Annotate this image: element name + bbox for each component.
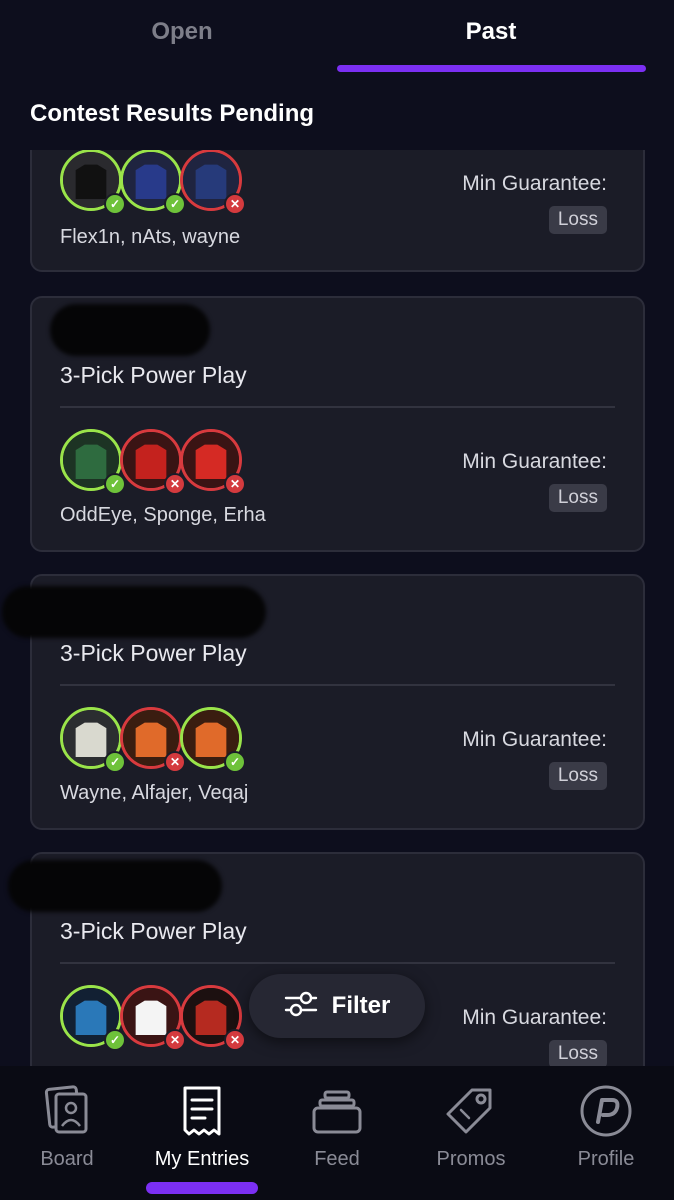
- result-badge: Loss: [548, 206, 607, 234]
- nav-active-indicator: [146, 1182, 258, 1194]
- tab-past[interactable]: Past: [337, 18, 645, 46]
- nav-promos[interactable]: Promos: [404, 1084, 538, 1171]
- nav-board[interactable]: Board: [0, 1084, 134, 1171]
- board-cards-icon: [44, 1085, 88, 1134]
- player-avatars: ✓ ✓ ✕: [60, 150, 260, 215]
- check-icon: ✓: [104, 473, 126, 495]
- entry-card[interactable]: ✓ ✓ ✕ Flex1n, nAts, wayne Min Guarantee:…: [30, 150, 645, 272]
- player-avatars: ✓ ✕ ✕: [60, 429, 260, 495]
- player-avatars: ✓ ✕ ✕: [60, 985, 260, 1051]
- min-guarantee-label: Min Guarantee:: [462, 728, 607, 751]
- divider: [60, 406, 615, 408]
- x-icon: ✕: [224, 193, 246, 215]
- contest-title: 3-Pick Power Play: [60, 362, 247, 388]
- divider: [60, 684, 615, 686]
- nav-feed[interactable]: Feed: [270, 1084, 404, 1171]
- x-icon: ✕: [164, 751, 186, 773]
- player-avatars: ✓ ✕ ✓: [60, 707, 260, 773]
- check-icon: ✓: [104, 193, 126, 215]
- entries-list[interactable]: ✓ ✓ ✕ Flex1n, nAts, wayne Min Guarantee:…: [0, 150, 674, 1068]
- tab-open[interactable]: Open: [28, 18, 336, 46]
- nav-promos-label: Promos: [436, 1148, 506, 1170]
- filter-button[interactable]: Filter: [249, 974, 425, 1038]
- nav-profile-label: Profile: [577, 1148, 635, 1170]
- redaction-mark: [8, 860, 222, 912]
- receipt-icon: [183, 1086, 221, 1136]
- player-names: OddEye, Sponge, Erha: [60, 504, 266, 526]
- result-badge: Loss: [548, 762, 607, 790]
- stack-icon: [312, 1090, 362, 1134]
- x-icon: ✕: [164, 1029, 186, 1051]
- check-icon: ✓: [164, 193, 186, 215]
- contest-title: 3-Pick Power Play: [60, 640, 247, 666]
- min-guarantee-label: Min Guarantee:: [462, 172, 607, 195]
- check-icon: ✓: [104, 1029, 126, 1051]
- player-names: Flex1n, nAts, wayne: [60, 226, 241, 248]
- entry-card[interactable]: 3-Pick Power Play ✓ ✕ ✕ OddEye, Sponge, …: [30, 296, 645, 552]
- tab-active-indicator: [337, 65, 646, 72]
- min-guarantee-label: Min Guarantee:: [462, 1006, 607, 1029]
- tab-bar: Open Past: [0, 0, 674, 80]
- nav-profile[interactable]: Profile: [539, 1084, 673, 1171]
- x-icon: ✕: [224, 1029, 246, 1051]
- redaction-mark: [50, 304, 210, 356]
- x-icon: ✕: [164, 473, 186, 495]
- min-guarantee-label: Min Guarantee:: [462, 450, 607, 473]
- result-badge: Loss: [548, 484, 607, 512]
- bottom-nav: Board My Entries Feed Promos Profile: [0, 1066, 674, 1200]
- nav-feed-label: Feed: [314, 1148, 360, 1170]
- divider: [60, 962, 615, 964]
- sliders-icon: [284, 990, 318, 1023]
- check-icon: ✓: [104, 751, 126, 773]
- nav-my-entries[interactable]: My Entries: [135, 1084, 269, 1171]
- entry-card[interactable]: 3-Pick Power Play ✓ ✕ ✓ Wayne, Alfajer, …: [2, 574, 645, 830]
- contest-title: 3-Pick Power Play: [60, 918, 247, 944]
- tag-icon: [446, 1088, 492, 1134]
- redaction-mark: [2, 586, 266, 638]
- section-title: Contest Results Pending: [30, 100, 315, 127]
- x-icon: ✕: [224, 473, 246, 495]
- filter-label: Filter: [331, 992, 391, 1019]
- check-icon: ✓: [224, 751, 246, 773]
- profile-logo-icon: [580, 1085, 632, 1137]
- result-badge: Loss: [548, 1040, 607, 1068]
- player-names: Wayne, Alfajer, Veqaj: [60, 782, 249, 804]
- nav-board-label: Board: [40, 1148, 94, 1170]
- nav-my-entries-label: My Entries: [154, 1148, 250, 1170]
